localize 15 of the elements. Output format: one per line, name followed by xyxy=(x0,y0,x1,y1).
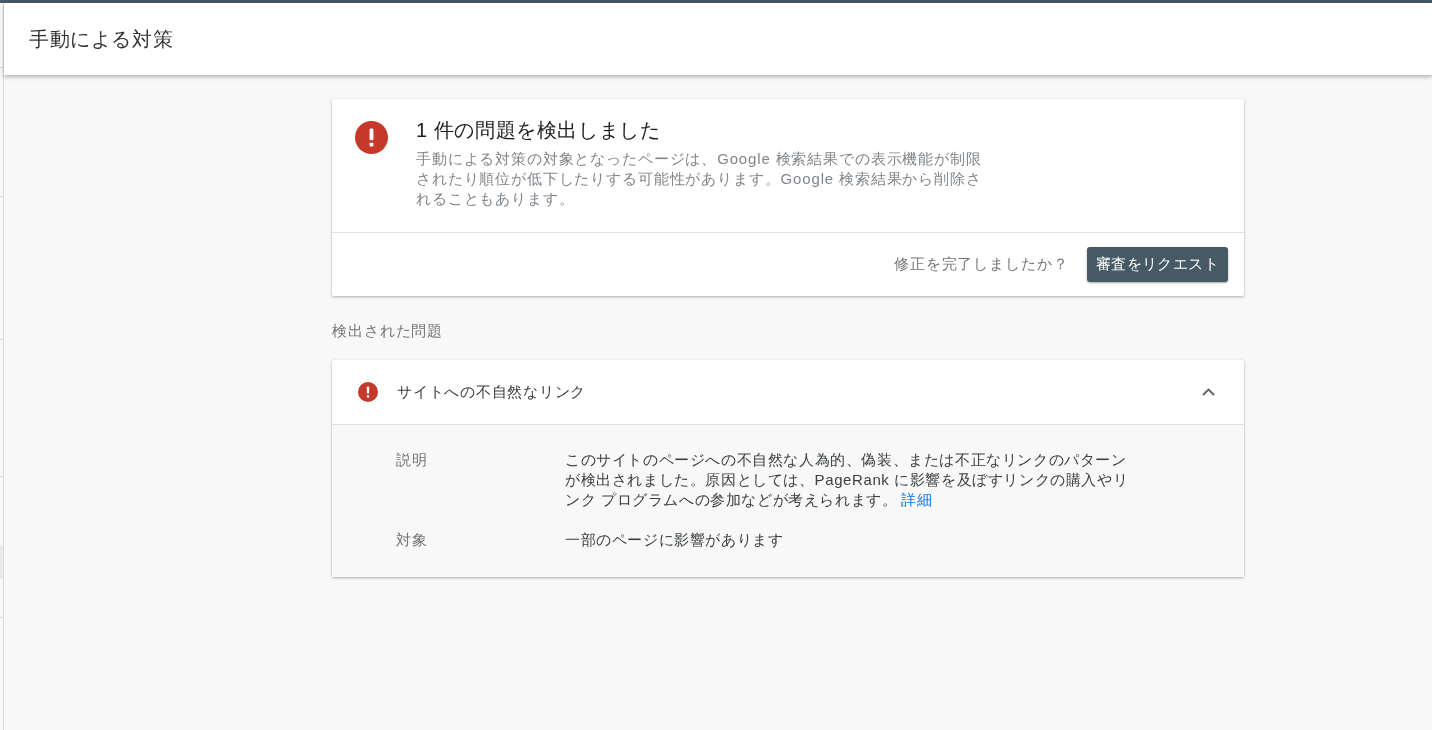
details-link[interactable]: 詳細 xyxy=(901,491,933,508)
section-heading: 検出された問題 xyxy=(332,321,444,341)
detail-text: このサイトのページへの不自然な人為的、偽装、または不正なリンクのパターンが検出されました。原因としては、PageRank に影響を及ぼすリンクの購入やリンク プログラムへの参加などが考えられます。 詳細 xyxy=(565,450,1130,510)
detail-text: 一部のページに影響があります xyxy=(565,530,785,550)
summary-description: 手動による対策の対象となったページは、Google 検索結果での表示機能が制限されたり順位が低下したりする可能性があります。Google 検索結果から削除されることもあります。 xyxy=(416,149,983,209)
detail-label: 説明 xyxy=(396,450,428,470)
error-icon xyxy=(355,121,388,154)
summary-title: 1 件の問題を検出しました xyxy=(416,118,662,142)
issue-title: サイトへの不自然なリンク xyxy=(397,382,586,402)
page-title: 手動による対策 xyxy=(28,27,174,52)
error-icon xyxy=(358,382,378,402)
fix-prompt-text: 修正を完了しましたか？ xyxy=(893,255,1069,274)
chevron-up-icon xyxy=(1201,388,1215,396)
request-review-button[interactable]: 審査をリクエスト xyxy=(1086,247,1228,282)
detail-label: 対象 xyxy=(396,530,428,550)
